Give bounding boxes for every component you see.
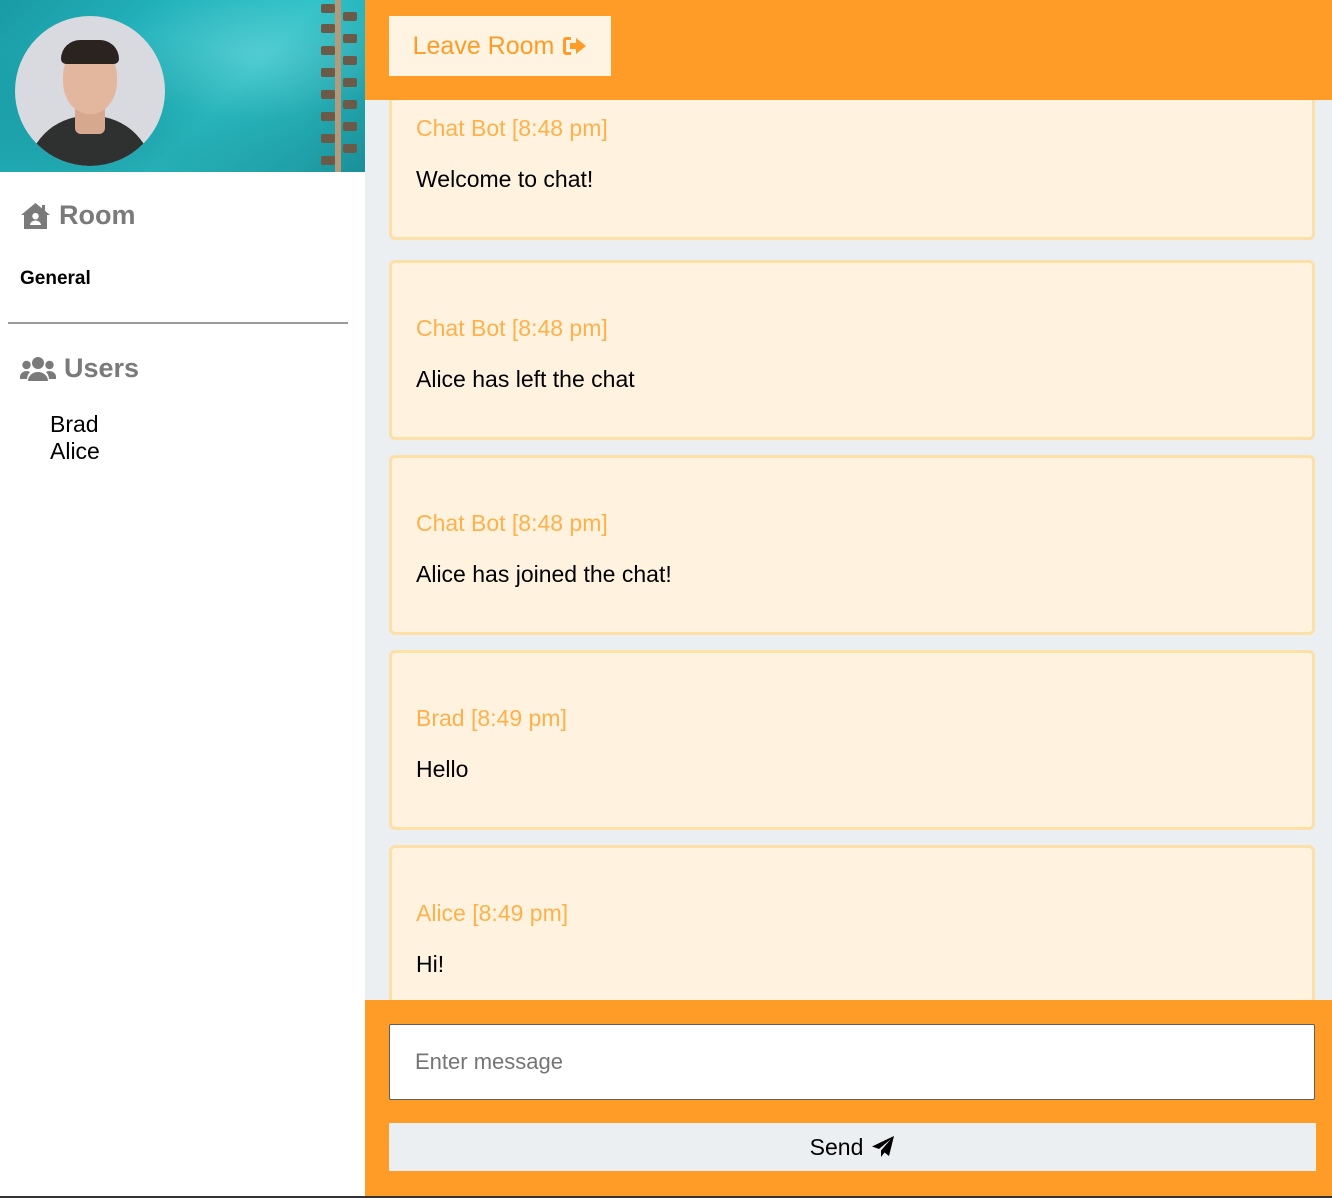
message-card: Chat Bot [8:48 pm] Alice has joined the …: [389, 455, 1315, 635]
message-input[interactable]: [389, 1024, 1315, 1100]
message-text: Welcome to chat!: [416, 166, 594, 192]
send-label: Send: [809, 1133, 864, 1160]
paper-plane-icon: [872, 1136, 895, 1157]
user-item: Brad: [50, 411, 99, 437]
message-text: Alice has joined the chat!: [416, 561, 672, 587]
sidebar: Room General Users Brad Alice: [0, 0, 365, 1196]
chat-main: Leave Room Chat Bot [8:48 pm] Welcome to…: [365, 0, 1332, 1196]
user-item: Alice: [50, 438, 100, 464]
message-card: Chat Bot [8:48 pm] Alice has left the ch…: [389, 260, 1315, 440]
avatar: [15, 16, 165, 166]
users-list: Brad Alice: [50, 411, 100, 465]
users-heading-label: Users: [64, 353, 140, 383]
room-name: General: [20, 268, 91, 289]
message-meta: Alice [8:49 pm]: [416, 900, 569, 926]
house-user-icon: [21, 202, 50, 229]
send-button[interactable]: Send: [389, 1123, 1316, 1171]
message-card: Alice [8:49 pm] Hi!: [389, 845, 1315, 1025]
message-meta: Chat Bot [8:48 pm]: [416, 510, 608, 536]
messages-list[interactable]: Chat Bot [8:48 pm] Welcome to chat! Chat…: [365, 60, 1332, 1025]
users-heading: Users: [20, 353, 139, 384]
message-text: Hi!: [416, 951, 445, 977]
message-composer: Send: [365, 1000, 1332, 1196]
sidebar-divider: [8, 322, 348, 324]
message-meta: Chat Bot [8:48 pm]: [416, 315, 608, 341]
profile-banner: [0, 0, 365, 172]
banner-dock-decoration: [319, 0, 359, 172]
message-text: Alice has left the chat: [416, 366, 635, 392]
message-meta: Chat Bot [8:48 pm]: [416, 115, 608, 141]
leave-room-label: Leave Room: [412, 31, 555, 60]
users-icon: [20, 356, 56, 381]
room-heading: Room: [20, 200, 136, 231]
chat-header: Leave Room: [365, 0, 1332, 100]
message-text: Hello: [416, 756, 469, 782]
room-heading-label: Room: [59, 200, 136, 230]
sign-out-icon: [563, 37, 587, 55]
message-meta: Brad [8:49 pm]: [416, 705, 567, 731]
leave-room-button[interactable]: Leave Room: [389, 16, 611, 76]
message-card: Brad [8:49 pm] Hello: [389, 650, 1315, 830]
